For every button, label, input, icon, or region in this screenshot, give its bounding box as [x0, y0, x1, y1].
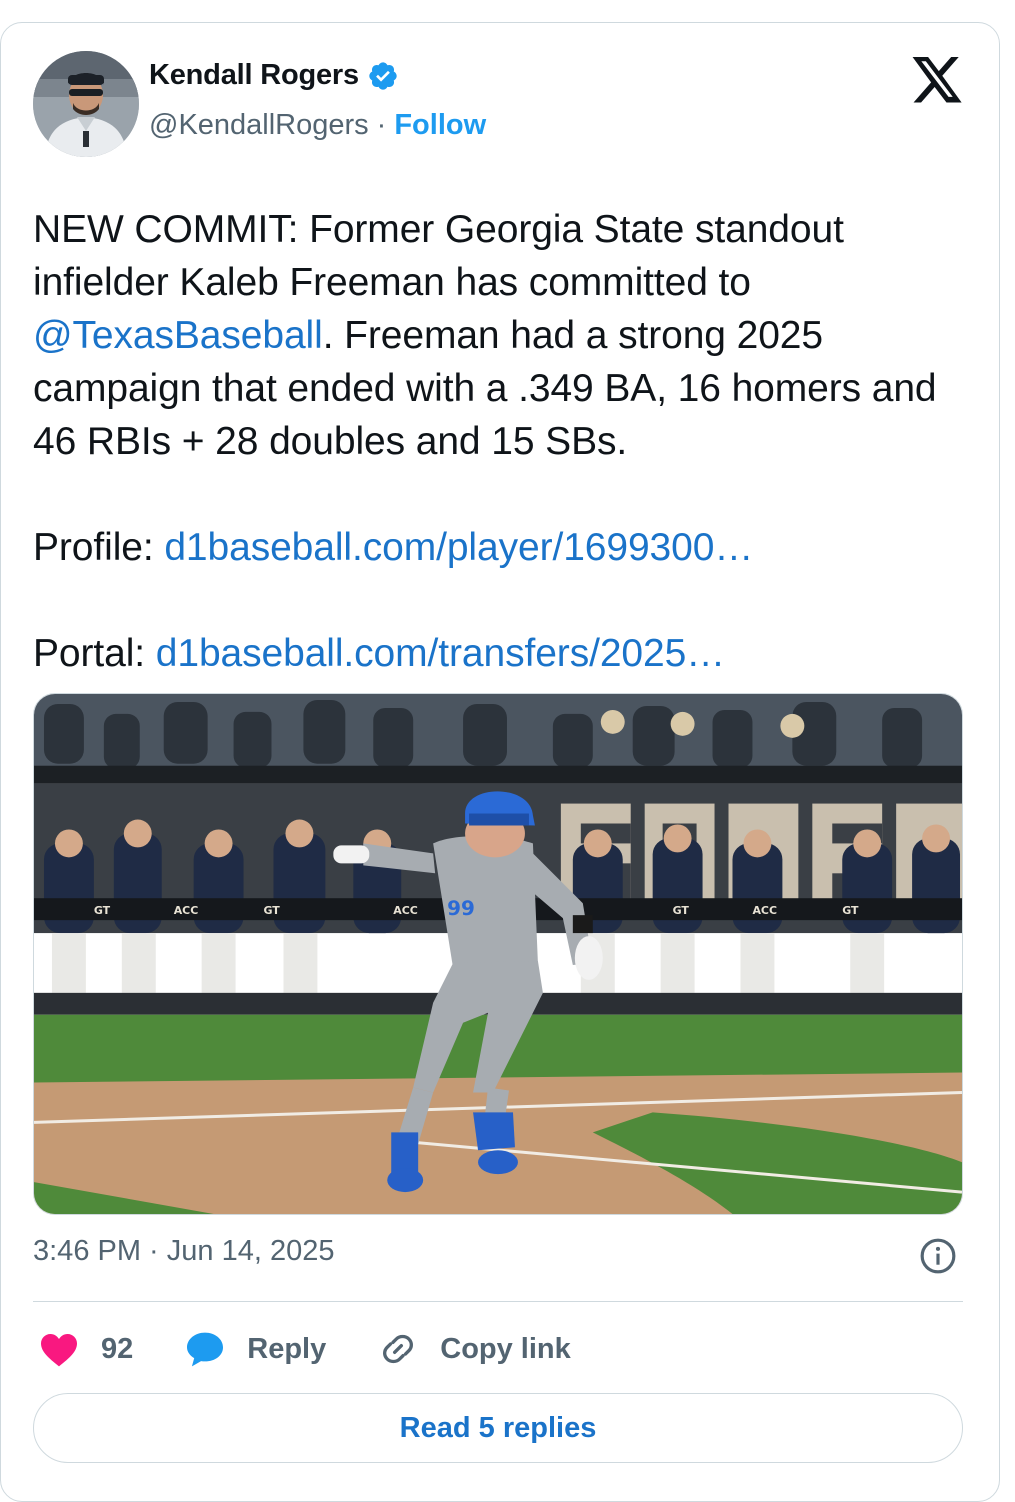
profile-link[interactable]: d1baseball.com/player/1699300… — [164, 526, 753, 569]
svg-text:GT: GT — [94, 904, 111, 917]
tweet-card: Kendall Rogers @KendallRogers · Follow N… — [0, 22, 1000, 1502]
follow-button[interactable]: Follow — [394, 109, 486, 142]
heart-icon — [41, 1333, 77, 1367]
author-name-row: Kendall Rogers — [149, 59, 399, 92]
author-handle-row: @KendallRogers · Follow — [149, 109, 486, 142]
svg-text:GT: GT — [673, 904, 690, 917]
profile-line: Profile: d1baseball.com/player/1699300… — [33, 521, 963, 574]
tweet-body: NEW COMMIT: Former Georgia State standou… — [33, 203, 963, 468]
author-handle[interactable]: @KendallRogers — [149, 109, 369, 142]
portal-link[interactable]: d1baseball.com/transfers/2025… — [156, 632, 725, 675]
verified-badge-icon — [369, 61, 397, 90]
tweet-body-text: NEW COMMIT: Former Georgia State standou… — [33, 208, 844, 304]
like-count: 92 — [101, 1332, 134, 1365]
action-bar: 92 Reply Copy link — [39, 1327, 623, 1371]
svg-text:GT: GT — [842, 904, 859, 917]
divider — [33, 1301, 963, 1302]
separator-dot: · — [376, 109, 387, 141]
reply-button[interactable]: Reply — [185, 1331, 326, 1367]
copy-link-label: Copy link — [440, 1332, 571, 1365]
x-logo-icon[interactable] — [909, 57, 965, 107]
link-icon — [383, 1334, 414, 1364]
profile-label: Profile: — [33, 526, 165, 569]
tweet-text: NEW COMMIT: Former Georgia State standou… — [33, 203, 963, 680]
profile-photo-icon — [33, 51, 139, 157]
reply-label: Reply — [247, 1332, 327, 1365]
info-icon[interactable] — [919, 1237, 957, 1275]
svg-text:ACC: ACC — [174, 904, 199, 917]
reply-bubble-icon — [187, 1332, 224, 1367]
copy-link-button[interactable]: Copy link — [378, 1329, 571, 1369]
svg-text:GT: GT — [264, 904, 281, 917]
jersey-number: 99 — [447, 896, 475, 920]
baseball-photo-icon: GT ACC GT ACC GT ACC GT 99 — [34, 694, 962, 1214]
read-replies-button[interactable]: Read 5 replies — [33, 1393, 963, 1463]
portal-line: Portal: d1baseball.com/transfers/2025… — [33, 627, 963, 680]
tweet-media[interactable]: GT ACC GT ACC GT ACC GT 99 — [33, 693, 963, 1215]
author-display-name[interactable]: Kendall Rogers — [149, 59, 359, 92]
mention-link[interactable]: @TexasBaseball — [33, 314, 323, 357]
svg-text:ACC: ACC — [752, 904, 777, 917]
svg-text:ACC: ACC — [393, 904, 418, 917]
portal-label: Portal: — [33, 632, 156, 675]
author-avatar[interactable] — [33, 51, 139, 157]
tweet-timestamp[interactable]: 3:46 PM · Jun 14, 2025 — [33, 1235, 334, 1268]
like-button[interactable]: 92 — [39, 1331, 133, 1367]
